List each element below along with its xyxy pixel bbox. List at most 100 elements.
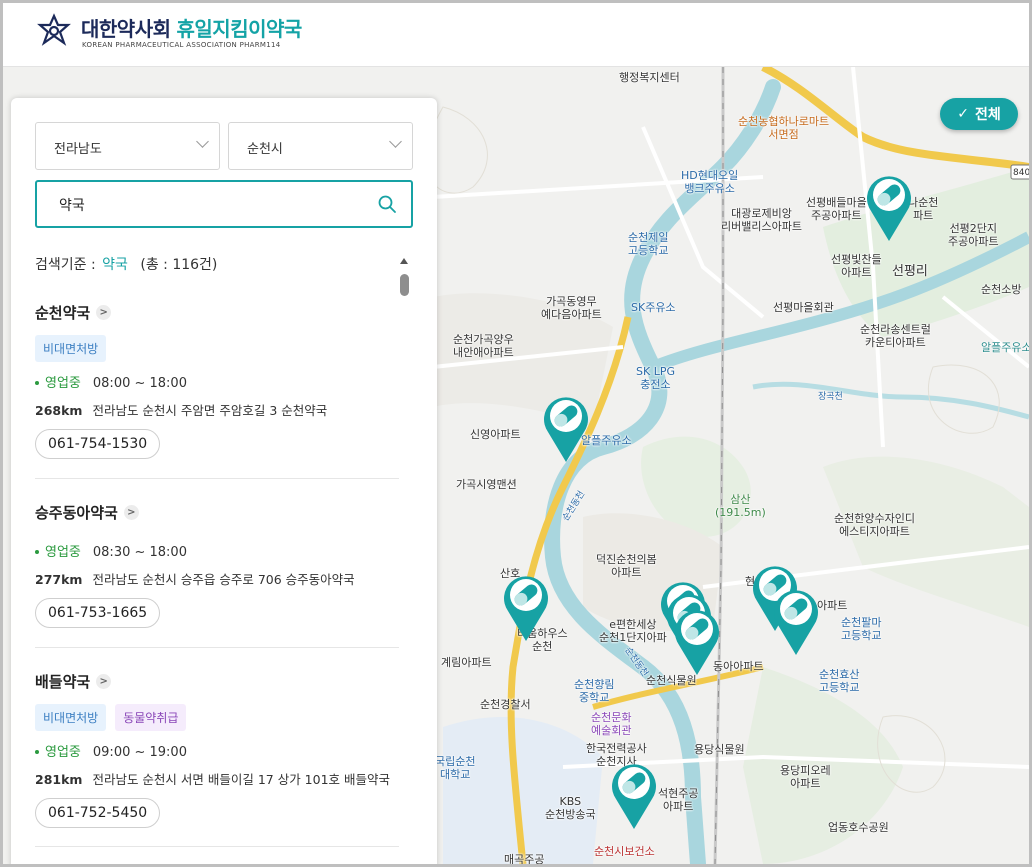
map-label: 순천경찰서 [480, 698, 531, 711]
open-status: 영업중 08:30 ~ 18:00 [35, 541, 399, 560]
hours: 09:00 ~ 19:00 [92, 745, 187, 760]
address: 전라남도 순천시 주암면 주암호길 3 순천약국 [92, 403, 328, 418]
map-label-text: 아파트 [841, 266, 872, 279]
map-label-text: 대학교 [440, 768, 471, 781]
search-icon[interactable] [377, 194, 397, 214]
map-label: HD현대오일 뱅크주유소 [681, 169, 738, 195]
map-label-text: 국립순천 [435, 755, 476, 768]
status-text: 영업중 [45, 376, 81, 391]
map-label-text: 고등학교 [841, 629, 882, 642]
map-label-text: 삼산 [730, 493, 751, 506]
hours: 08:30 ~ 18:00 [92, 545, 187, 560]
distance: 277km [35, 572, 83, 587]
map-label-text: 중학교 [579, 691, 610, 704]
map-label: 순천효산 고등학교 [819, 668, 859, 694]
scrollbar-thumb[interactable] [400, 274, 409, 296]
road-number: 840 [1013, 168, 1029, 178]
status-text: 영업중 [45, 745, 81, 760]
site-title-main: 대한약사회 [81, 17, 171, 41]
map-label-text: 가곡동영무 [546, 295, 597, 308]
map-label-text: 순천방송국 [545, 808, 596, 821]
search-input-value: 약국 [59, 198, 85, 214]
map-label: 선평배들마을 주공아파트 [806, 196, 867, 222]
phone-button[interactable]: 061-754-1530 [35, 429, 161, 459]
pharmacy-pin[interactable] [671, 605, 723, 677]
city-select[interactable]: 순천시 [228, 122, 413, 170]
map-label-text: 선평2단지 [949, 222, 998, 235]
map-label: 가곡동영무 예다음아파트 [541, 295, 602, 321]
phone-button[interactable]: 061-753-1665 [35, 598, 161, 628]
river-label: 장곡천 [818, 392, 843, 402]
map-label-text: 주공아파트 [948, 235, 999, 248]
show-all-button[interactable]: ✓ 전체 [940, 98, 1018, 130]
pharmacy-name[interactable]: 배들약국 > [35, 671, 399, 692]
pharmacy-pin[interactable] [608, 759, 660, 831]
kpa-logo-icon[interactable] [35, 13, 73, 51]
pharmacy-pin[interactable] [500, 571, 552, 643]
map-label: SK주유소 [631, 301, 676, 314]
check-icon: ✓ [957, 106, 969, 122]
map-label: 순천팔마 고등학교 [841, 616, 881, 642]
map-label: SK LPG 충전소 [636, 365, 675, 391]
address-line: 277km 전라남도 순천시 승주읍 승주로 706 승주동아약국 [35, 569, 399, 588]
open-status: 영업중 09:00 ~ 19:00 [35, 741, 399, 760]
badge-row: 비대면처방 동물약취급 [35, 704, 399, 731]
header: 대한약사회 휴일지킴이약국 KOREAN PHARMACEUTICAL ASSOC… [3, 3, 1029, 67]
chevron-right-icon[interactable]: > [96, 305, 112, 320]
divider [35, 846, 399, 847]
pharmacy-card[interactable]: 승주동아약국 > 영업중 08:30 ~ 18:00 277km 전라남도 순천시 … [35, 502, 399, 628]
criteria-label: 검색기준 : [35, 257, 96, 273]
map-label-text: SK LPG [636, 365, 675, 378]
pharmacy-name[interactable]: 승주동아약국 > [35, 502, 399, 523]
map-label-text: 순천한양수자인디 [834, 512, 915, 525]
address: 전라남도 순천시 서면 배들이길 17 상가 101호 배들약국 [92, 772, 391, 787]
province-select[interactable]: 전라남도 [35, 122, 220, 170]
map-label: 순천향림 중학교 [574, 678, 614, 704]
province-value: 전라남도 [54, 142, 102, 157]
pharmacy-pin[interactable] [770, 585, 822, 657]
map-label: 순천한양수자인디 에스티지아파트 [834, 512, 915, 538]
map-label-text: 아파트 [611, 566, 642, 579]
distance: 268km [35, 403, 83, 418]
map-label: 계림아파트 [441, 656, 492, 669]
search-input[interactable]: 약국 [35, 180, 413, 228]
app-frame: 대한약사회 휴일지킴이약국 KOREAN PHARMACEUTICAL ASSOC… [0, 0, 1032, 867]
chevron-down-icon [196, 135, 209, 148]
chevron-right-icon[interactable]: > [123, 505, 139, 520]
map-label-text: 순천가곡양우 [453, 333, 514, 346]
site-title[interactable]: 대한약사회 휴일지킴이약국 [81, 13, 302, 42]
map-label: 매곡주공 [504, 853, 545, 864]
map-label: 순천문화 예술회관 [591, 711, 631, 737]
site-title-sub: 휴일지킴이약국 [176, 17, 303, 41]
pharmacy-pin[interactable] [863, 171, 915, 243]
pharmacy-pin[interactable] [540, 392, 592, 464]
address: 전라남도 순천시 승주읍 승주로 706 승주동아약국 [92, 572, 355, 587]
map-label: 행정복지센터 [619, 71, 680, 84]
map-label-text: 충전소 [640, 378, 671, 391]
map-label-text: KBS [559, 795, 582, 808]
map-label: KBS 순천방송국 [545, 795, 596, 821]
map-label-text: 아파트 [663, 800, 694, 813]
map-label-text: 에스티지아파트 [839, 525, 910, 538]
map-label-text: 주공아파트 [811, 209, 862, 222]
pharmacy-name[interactable]: 순천약국 > [35, 302, 399, 323]
scroll-up-arrow[interactable] [400, 258, 408, 264]
map-label: 순천가곡양우 내안애아파트 [453, 333, 514, 359]
map-label-text: 순천향림 [574, 678, 615, 691]
site-subtitle: KOREAN PHARMACEUTICAL ASSOCIATION PHARM1… [82, 41, 281, 49]
open-status: 영업중 08:00 ~ 18:00 [35, 372, 399, 391]
map-label-text: 예다음아파트 [541, 308, 602, 321]
pharmacy-card[interactable]: 배들약국 > 비대면처방 동물약취급 영업중 09:00 ~ 19:00 281k… [35, 671, 399, 828]
pharmacy-card[interactable]: 순천약국 > 비대면처방 영업중 08:00 ~ 18:00 268km 전라남도 … [35, 302, 399, 459]
badge-remote-rx: 비대면처방 [35, 704, 107, 731]
chevron-right-icon[interactable]: > [96, 674, 112, 689]
map-label-text: 아파트 [790, 777, 821, 790]
map-label-text: 선평배들마을 [806, 196, 867, 209]
map-label-text: 순천제일 [628, 231, 669, 244]
phone-button[interactable]: 061-752-5450 [35, 798, 161, 828]
map-label: 용당피오레 아파트 [780, 764, 831, 790]
map-label-text: 용당피오레 [780, 764, 831, 777]
chevron-down-icon [389, 135, 402, 148]
map-label: 업동호수공원 [828, 821, 889, 834]
search-panel: 전라남도 순천시 약국 검색기준 : 약국 (총 : 116건) 순천약국 > [11, 98, 437, 864]
